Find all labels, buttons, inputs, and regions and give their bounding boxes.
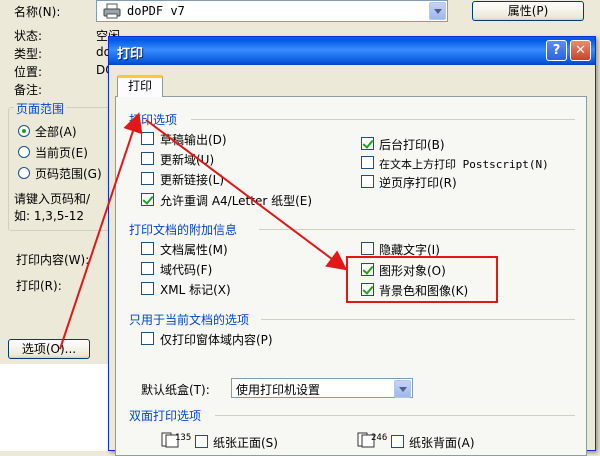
annotation-arrows [59,112,348,350]
arrow-section-to-highlight [145,119,348,271]
arrow-options-to-section [59,112,143,350]
